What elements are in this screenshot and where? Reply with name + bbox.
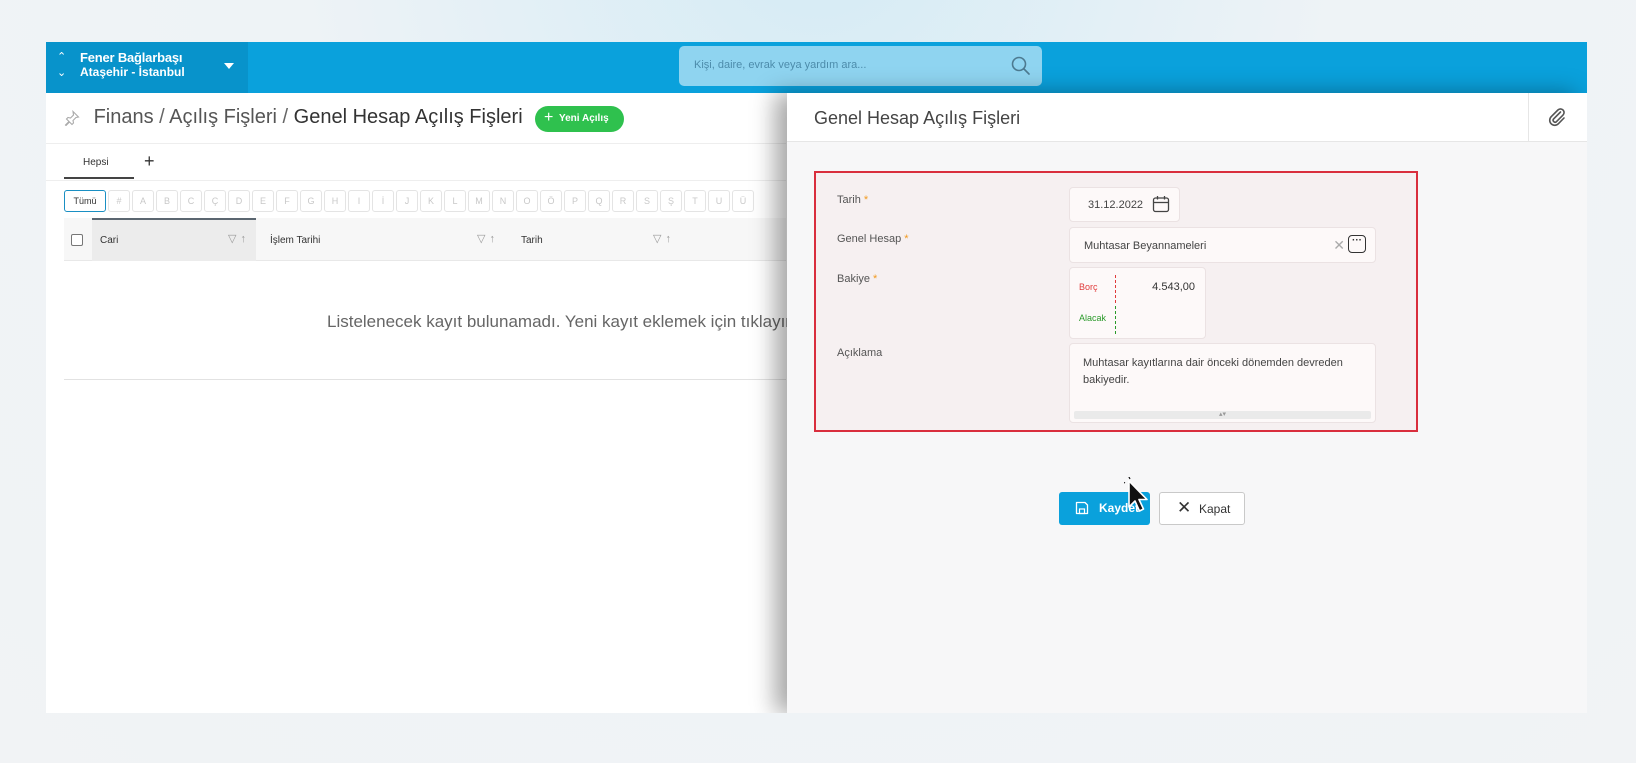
chevron-up-icon[interactable]: ⌃ [57, 52, 66, 63]
calendar-icon[interactable] [1152, 195, 1170, 213]
letter-filter-item[interactable]: A [132, 190, 154, 212]
description-value: Muhtasar kayıtlarına dair önceki dönemde… [1083, 357, 1343, 386]
breadcrumb-finance[interactable]: Finans [94, 106, 154, 128]
balance-label: Bakiye * [837, 273, 878, 285]
description-field[interactable]: Muhtasar kayıtlarına dair önceki dönemde… [1069, 343, 1376, 423]
letter-filter-item[interactable]: O [516, 190, 538, 212]
add-tab-button[interactable]: + [144, 151, 155, 172]
letter-filter-item[interactable]: C [180, 190, 202, 212]
search-input[interactable]: Kişi, daire, evrak veya yardım ara... [679, 46, 1042, 86]
letter-filter-all[interactable]: Tümü [64, 190, 106, 212]
letter-filter-item[interactable]: P [564, 190, 586, 212]
column-header-cari[interactable]: Cari [100, 235, 118, 246]
detail-panel: Genel Hesap Açılış Fişleri Tarih * 31.12.… [787, 93, 1587, 713]
letter-filter-item[interactable]: D [228, 190, 250, 212]
filter-sort-icons[interactable]: ▽↑ [653, 232, 675, 245]
letter-filter-item[interactable]: B [156, 190, 178, 212]
letter-filter-item[interactable]: Ü [732, 190, 754, 212]
search-placeholder: Kişi, daire, evrak veya yardım ara... [694, 59, 867, 71]
letter-filter-item[interactable]: H [324, 190, 346, 212]
close-label: Kapat [1199, 502, 1231, 516]
letter-filter-item[interactable]: K [420, 190, 442, 212]
divider [46, 180, 786, 181]
column-header-transaction-date[interactable]: İşlem Tarihi [270, 235, 320, 246]
new-opening-button[interactable]: + Yeni Açılış [535, 106, 624, 132]
cursor-icon [1124, 477, 1148, 512]
pin-icon[interactable] [64, 109, 80, 126]
letter-filter-item[interactable]: J [396, 190, 418, 212]
debit-label: Borç [1079, 282, 1098, 292]
date-field[interactable]: 31.12.2022 [1069, 187, 1180, 222]
credit-label: Alacak [1079, 313, 1107, 323]
letter-filter-item[interactable]: R [612, 190, 634, 212]
resize-handle[interactable]: ▴▾ [1074, 411, 1371, 419]
account-label: Genel Hesap * [837, 233, 909, 245]
search-icon[interactable] [1010, 55, 1032, 77]
letter-filter-item[interactable]: G [300, 190, 322, 212]
letter-filter-item[interactable]: # [108, 190, 130, 212]
account-field[interactable]: Muhtasar Beyannameleri ✕ ··· [1069, 227, 1376, 263]
plus-icon: + [544, 109, 554, 126]
paperclip-icon[interactable] [1547, 107, 1567, 127]
divider [64, 379, 786, 380]
top-bar: ⌃ ⌄ Fener Bağlarbaşı Ataşehir - İstanbul… [46, 42, 1587, 93]
balance-field: Borç 4.543,00 Alacak [1069, 267, 1206, 339]
more-icon[interactable]: ··· [1348, 235, 1366, 253]
panel-header: Genel Hesap Açılış Fişleri [787, 93, 1587, 142]
credit-divider [1115, 306, 1116, 334]
filter-sort-icons[interactable]: ▽↑ [228, 232, 250, 245]
close-icon: ✕ [1177, 498, 1192, 517]
letter-filter-item[interactable]: Ş [660, 190, 682, 212]
table-header: Cari ▽↑ İşlem Tarihi ▽↑ Tarih ▽↑ [64, 218, 786, 261]
close-button[interactable]: ✕ Kapat [1159, 492, 1245, 525]
letter-filter-item[interactable]: I [348, 190, 370, 212]
letter-filter-item[interactable]: E [252, 190, 274, 212]
filter-sort-icons[interactable]: ▽↑ [477, 232, 499, 245]
breadcrumb-separator: / [159, 106, 165, 128]
breadcrumb-opening-slips[interactable]: Açılış Fişleri [169, 106, 277, 128]
chevron-down-icon[interactable]: ⌄ [57, 68, 66, 79]
panel-title: Genel Hesap Açılış Fişleri [814, 108, 1021, 128]
debit-input[interactable]: 4.543,00 [1152, 281, 1195, 293]
tab-all[interactable]: Hepsi [83, 157, 109, 168]
divider [1528, 93, 1529, 142]
select-all-checkbox[interactable] [71, 234, 83, 246]
divider [46, 143, 786, 144]
active-tab-indicator [64, 177, 134, 179]
letter-filter-item[interactable]: N [492, 190, 514, 212]
opening-form: Tarih * 31.12.2022 Genel Hesap * Muhtasar … [814, 171, 1418, 432]
debit-divider [1115, 275, 1116, 303]
breadcrumb: Finans / Açılış Fişleri / Genel Hesap Aç… [64, 106, 523, 134]
save-icon [1075, 501, 1089, 515]
caret-down-icon[interactable] [224, 63, 234, 69]
company-name: Fener Bağlarbaşı [80, 50, 183, 65]
description-label: Açıklama [837, 347, 883, 359]
company-selector[interactable]: ⌃ ⌄ Fener Bağlarbaşı Ataşehir - İstanbul [46, 42, 248, 93]
empty-list-message[interactable]: Listelenecek kayıt bulunamadı. Yeni kayı… [327, 312, 795, 332]
company-location: Ataşehir - İstanbul [80, 65, 185, 79]
page-title: Genel Hesap Açılış Fişleri [293, 106, 523, 128]
letter-filter: Tümü # A B C Ç D E F G H I İ J K L M N O… [64, 190, 754, 212]
new-opening-label: Yeni Açılış [559, 113, 609, 124]
letter-filter-item[interactable]: Q [588, 190, 610, 212]
account-value: Muhtasar Beyannameleri [1084, 240, 1207, 252]
letter-filter-item[interactable]: M [468, 190, 490, 212]
letter-filter-item[interactable]: F [276, 190, 298, 212]
app-window: ⌃ ⌄ Fener Bağlarbaşı Ataşehir - İstanbul… [46, 42, 1587, 713]
letter-filter-item[interactable]: İ [372, 190, 394, 212]
letter-filter-item[interactable]: U [708, 190, 730, 212]
clear-icon[interactable]: ✕ [1333, 237, 1345, 254]
letter-filter-item[interactable]: S [636, 190, 658, 212]
letter-filter-item[interactable]: Ç [204, 190, 226, 212]
letter-filter-item[interactable]: T [684, 190, 706, 212]
letter-filter-item[interactable]: L [444, 190, 466, 212]
breadcrumb-separator: / [282, 106, 289, 128]
letter-filter-item[interactable]: Ö [540, 190, 562, 212]
column-header-date[interactable]: Tarih [521, 235, 543, 246]
date-value: 31.12.2022 [1088, 199, 1144, 211]
date-label: Tarih * [837, 194, 869, 206]
